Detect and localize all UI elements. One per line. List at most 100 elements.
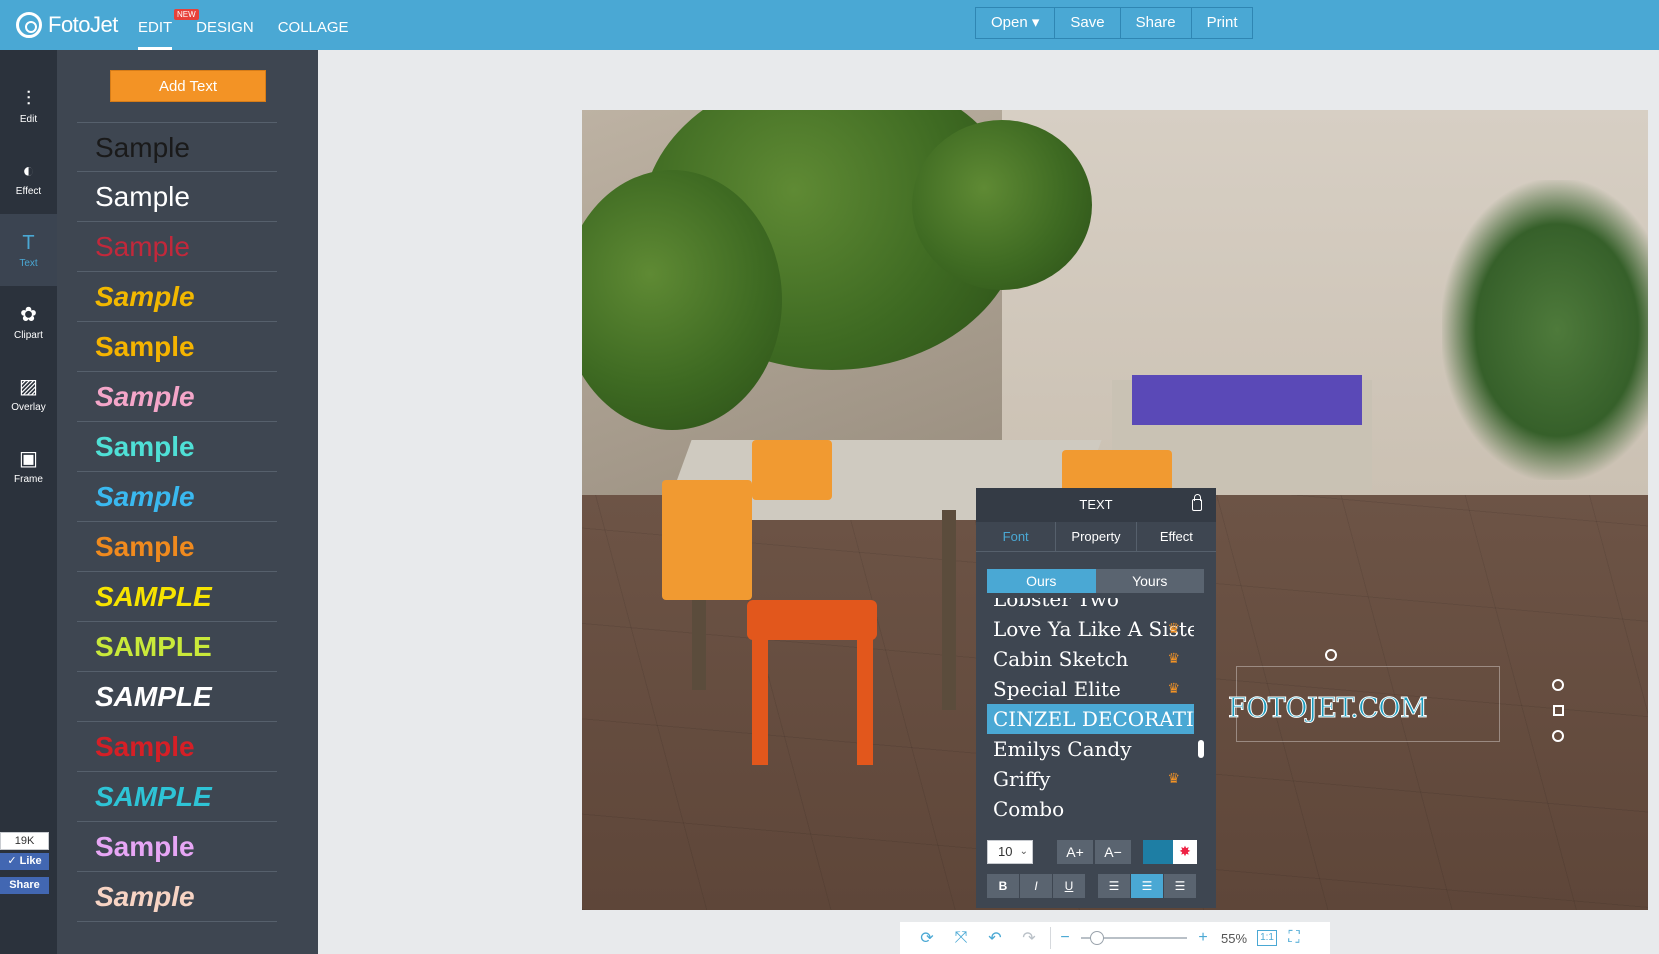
zoom-slider-knob[interactable] <box>1090 931 1105 945</box>
rail-edit[interactable]: ⫶ Edit <box>0 70 57 142</box>
lock-icon[interactable] <box>1192 494 1202 511</box>
font-list[interactable]: Lobster Two Love Ya Like A Sister ♛ Cabin S… <box>987 598 1194 838</box>
tab-ours[interactable]: Ours <box>987 569 1096 593</box>
fullscreen-icon[interactable]: ⛶ <box>1277 929 1311 947</box>
resize-handle-bottom[interactable] <box>1552 730 1564 742</box>
increase-size-button[interactable]: A+ <box>1057 840 1093 864</box>
align-center-button[interactable]: ☰ <box>1131 874 1163 898</box>
font-item[interactable]: Combo <box>987 794 1194 824</box>
text-sample-1[interactable]: Sample <box>77 122 277 172</box>
font-source-tabs: Ours Yours <box>987 569 1204 593</box>
open-button[interactable]: Open ▾ <box>976 8 1056 38</box>
text-sample-5[interactable]: Sample <box>77 322 277 372</box>
text-sample-7[interactable]: Sample <box>77 422 277 472</box>
font-name: Cabin Sketch <box>993 647 1129 671</box>
font-item[interactable]: Emilys Candy <box>987 734 1194 764</box>
text-sample-8[interactable]: Sample <box>77 472 277 522</box>
like-label: Like <box>19 855 42 867</box>
text-t-icon: T <box>22 231 35 254</box>
underline-button[interactable]: U <box>1053 874 1085 898</box>
align-left-button[interactable]: ☰ <box>1098 874 1130 898</box>
text-sample-4[interactable]: Sample <box>77 272 277 322</box>
social-widget: 19K ✓ Like Share <box>0 832 50 894</box>
resize-handle-top[interactable] <box>1552 679 1564 691</box>
font-size-select[interactable]: 10 ⌄ <box>987 840 1033 864</box>
fotojet-logo-icon <box>16 12 42 38</box>
bold-button[interactable]: B <box>987 874 1019 898</box>
nav-edit[interactable]: EDIT NEW <box>126 0 199 50</box>
font-item[interactable]: Special Elite ♛ <box>987 674 1194 704</box>
text-sample-6[interactable]: Sample <box>77 372 277 422</box>
tab-font[interactable]: Font <box>976 522 1057 551</box>
rail-frame[interactable]: ▣ Frame <box>0 430 57 502</box>
text-sample-14[interactable]: SAMPLE <box>77 772 277 822</box>
font-list-scrollbar[interactable] <box>1198 740 1204 758</box>
text-popup: TEXT Font Property Effect Ours Yours Lob… <box>976 488 1216 908</box>
font-item[interactable]: Griffy ♛ <box>987 764 1194 794</box>
rotate-handle[interactable] <box>1325 649 1337 661</box>
flower-icon: ✿ <box>20 303 37 326</box>
text-sample-2[interactable]: Sample <box>77 172 277 222</box>
align-right-button[interactable]: ☰ <box>1164 874 1196 898</box>
crown-icon: ♛ <box>1167 681 1180 697</box>
share-button[interactable]: Share <box>1120 8 1192 38</box>
text-popup-header[interactable]: TEXT <box>976 488 1216 522</box>
tab-effect[interactable]: Effect <box>1137 522 1216 551</box>
font-item[interactable]: CINZEL DECORATIVE <box>987 704 1194 734</box>
nav-design[interactable]: DESIGN <box>184 0 266 50</box>
text-sample-13[interactable]: Sample <box>77 722 277 772</box>
logo[interactable]: FotoJet <box>16 10 118 40</box>
font-name: CINZEL DECORATIVE <box>993 707 1194 731</box>
decrease-size-button[interactable]: A− <box>1095 840 1131 864</box>
text-style-list: Sample Sample Sample Sample Sample Sample Samp… <box>77 122 297 922</box>
italic-button[interactable]: I <box>1020 874 1052 898</box>
text-sample-10[interactable]: SAMPLE <box>77 572 277 622</box>
facebook-like-button[interactable]: ✓ Like <box>0 853 49 870</box>
font-item[interactable]: Cabin Sketch ♛ <box>987 644 1194 674</box>
photo-stool-leg <box>752 635 768 765</box>
sample-list: Sample Sample Sample Sample Sample Sample Samp… <box>77 122 277 922</box>
rail-text-label: Text <box>19 257 38 269</box>
undo-icon[interactable]: ↶ <box>978 928 1012 948</box>
rail-effect[interactable]: ◐ Effect <box>0 142 57 214</box>
zoom-out-button[interactable]: − <box>1055 929 1075 947</box>
photo-chair <box>662 480 752 600</box>
font-item[interactable]: Love Ya Like A Sister ♛ <box>987 614 1194 644</box>
facebook-share-button[interactable]: Share <box>0 877 49 894</box>
print-button[interactable]: Print <box>1191 8 1253 38</box>
redo-icon[interactable]: ↷ <box>1012 928 1046 948</box>
tab-yours[interactable]: Yours <box>1095 569 1204 593</box>
zoom-in-button[interactable]: + <box>1193 929 1213 947</box>
text-color-swatch[interactable] <box>1143 840 1173 864</box>
rail-clipart[interactable]: ✿ Clipart <box>0 286 57 358</box>
nav-collage[interactable]: COLLAGE <box>266 0 361 50</box>
half-circle-icon: ◐ <box>22 159 35 182</box>
actual-size-button[interactable]: 1:1 <box>1257 930 1278 946</box>
rail-overlay[interactable]: ▨ Overlay <box>0 358 57 430</box>
text-popup-title: TEXT <box>1079 497 1113 512</box>
text-sample-12[interactable]: SAMPLE <box>77 672 277 722</box>
nav-edit-label: EDIT <box>138 19 173 36</box>
add-text-button[interactable]: Add Text <box>110 70 266 102</box>
resize-handle-middle[interactable] <box>1553 705 1564 716</box>
tab-property[interactable]: Property <box>1056 522 1137 551</box>
text-sample-3[interactable]: Sample <box>77 222 277 272</box>
rail-text[interactable]: T Text <box>0 214 57 286</box>
photo-palm <box>1442 180 1648 480</box>
align-left-icon: ☰ <box>1108 879 1120 893</box>
font-name: Love Ya Like A Sister <box>993 617 1194 641</box>
save-button[interactable]: Save <box>1055 8 1121 38</box>
main-nav: EDIT NEW DESIGN COLLAGE <box>126 0 361 50</box>
color-picker-icon[interactable]: ✸ <box>1173 840 1197 864</box>
chevron-down-icon: ⌄ <box>1019 846 1028 857</box>
zoom-slider[interactable] <box>1081 931 1187 945</box>
flip-icon[interactable]: ⤧ <box>944 929 978 947</box>
bottom-toolbar: ⟳ ⤧ ↶ ↷ − + 55% 1:1 ⛶ <box>900 922 1330 954</box>
canvas-text-object[interactable]: FOTOJET.COM <box>1227 688 1428 728</box>
rotate-icon[interactable]: ⟳ <box>910 928 944 948</box>
text-sample-16[interactable]: Sample <box>77 872 277 922</box>
text-sample-15[interactable]: Sample <box>77 822 277 872</box>
text-sample-11[interactable]: SAMPLE <box>77 622 277 672</box>
text-sample-9[interactable]: Sample <box>77 522 277 572</box>
font-item[interactable]: Lobster Two <box>987 598 1194 614</box>
